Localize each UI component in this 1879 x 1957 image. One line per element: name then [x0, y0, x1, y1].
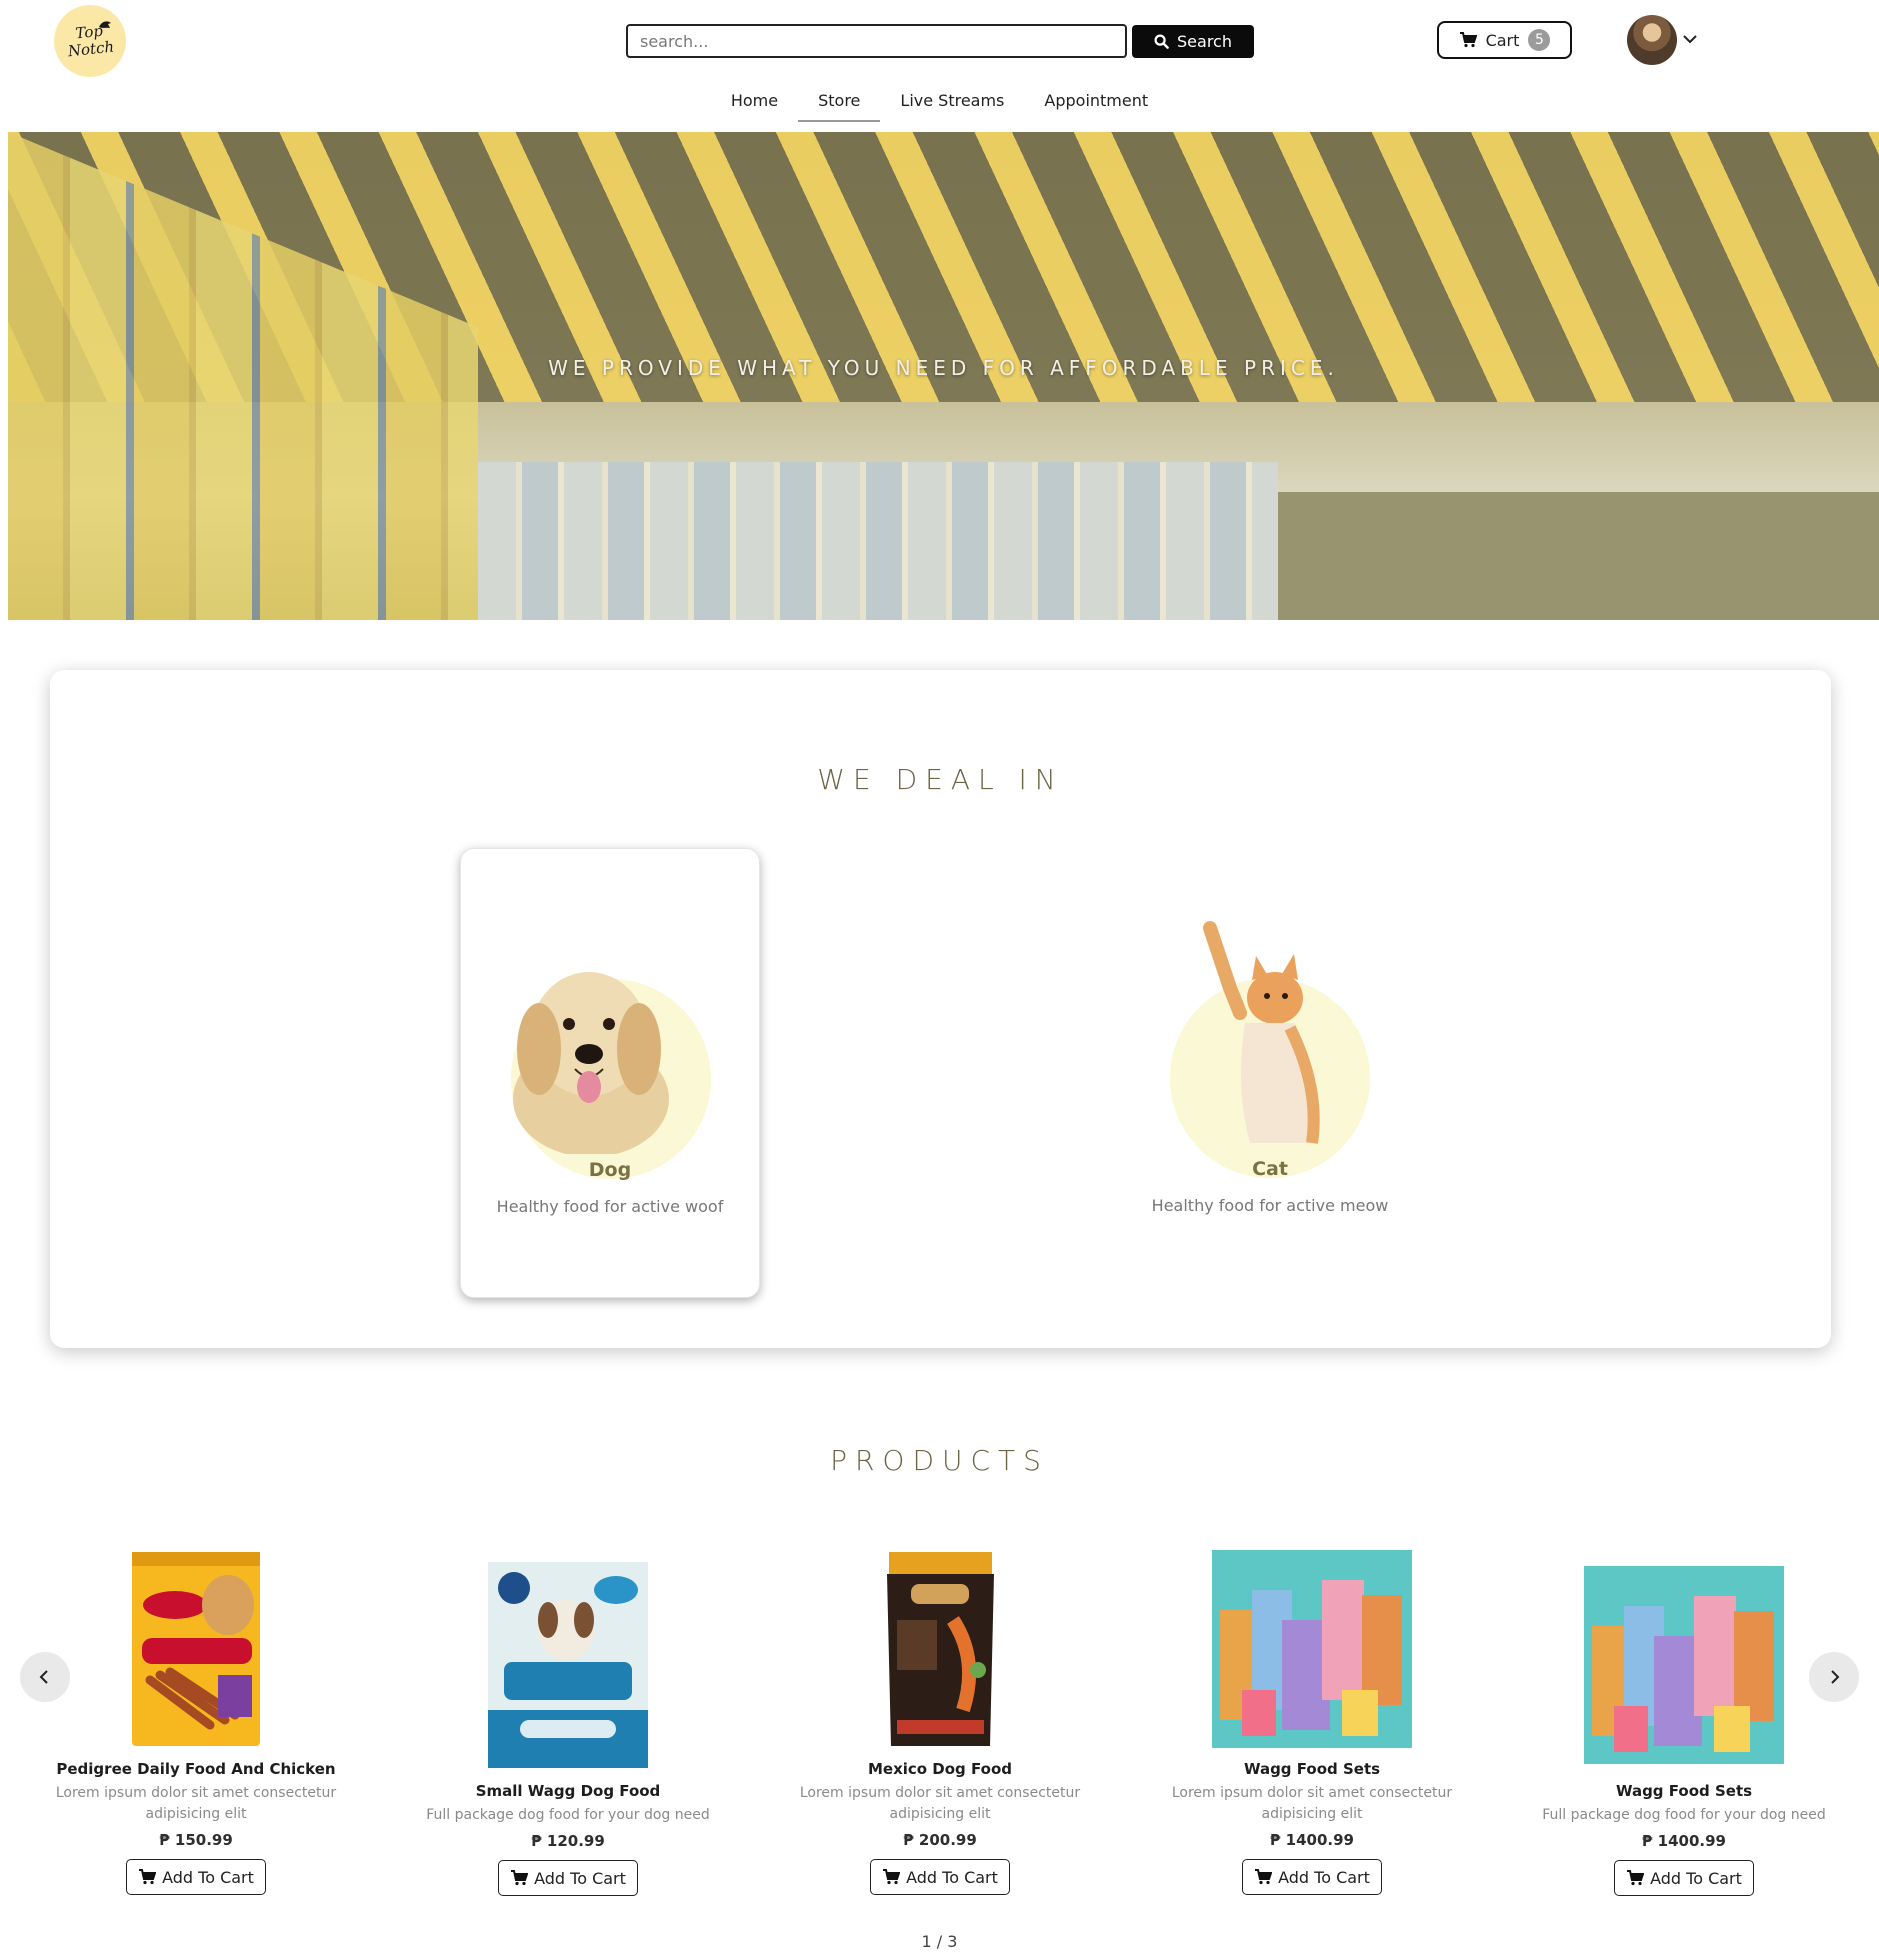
- add-to-cart-label: Add To Cart: [534, 1868, 626, 1888]
- product-image-small-wagg[interactable]: [486, 1560, 650, 1770]
- add-to-cart-label: Add To Cart: [1278, 1867, 1370, 1887]
- product-card: Wagg Food Sets Full package dog food for…: [1504, 1560, 1864, 1896]
- product-card: Small Wagg Dog Food Full package dog foo…: [388, 1560, 748, 1896]
- cart-label: Cart: [1485, 30, 1520, 50]
- cart-icon: [511, 1870, 529, 1886]
- product-name: Mexico Dog Food: [867, 1760, 1013, 1778]
- hero-banner: WE PROVIDE WHAT YOU NEED FOR AFFORDABLE …: [8, 132, 1879, 620]
- cart-icon: [883, 1869, 901, 1885]
- bird-icon: [99, 21, 111, 28]
- nav-home[interactable]: Home: [711, 85, 798, 122]
- product-price: ₱ 200.99: [903, 1831, 977, 1849]
- deal-name-dog: Dog: [588, 1159, 632, 1181]
- add-to-cart-button[interactable]: Add To Cart: [498, 1860, 638, 1896]
- add-to-cart-button[interactable]: Add To Cart: [870, 1859, 1010, 1895]
- cart-icon: [1627, 1870, 1645, 1886]
- product-price: ₱ 120.99: [531, 1832, 605, 1850]
- main-nav: Home Store Live Streams Appointment: [0, 85, 1879, 122]
- deal-desc-dog: Healthy food for active woof: [496, 1197, 724, 1216]
- cart-button[interactable]: Cart 5: [1437, 21, 1572, 59]
- product-name: Small Wagg Dog Food: [475, 1782, 661, 1800]
- product-name: Pedigree Daily Food And Chicken: [56, 1760, 336, 1778]
- wagg-sets-image: [1212, 1550, 1412, 1748]
- product-desc: Full package dog food for your dog need: [1542, 1807, 1826, 1823]
- product-desc: Full package dog food for your dog need: [426, 1807, 710, 1823]
- product-desc: Lorem ipsum dolor sit amet consectetur a…: [55, 1785, 337, 1822]
- cart-count-badge: 5: [1528, 29, 1551, 51]
- product-image-pedigree[interactable]: [130, 1550, 262, 1748]
- deal-name-cat: Cat: [1252, 1158, 1288, 1180]
- add-to-cart-label: Add To Cart: [906, 1867, 998, 1887]
- hero-tagline: WE PROVIDE WHAT YOU NEED FOR AFFORDABLE …: [548, 356, 1339, 380]
- add-to-cart-label: Add To Cart: [162, 1867, 254, 1887]
- product-name: Wagg Food Sets: [1243, 1760, 1381, 1778]
- mexico-bag-image: [886, 1552, 994, 1746]
- search-button-label: Search: [1177, 32, 1232, 51]
- wagg-box-image: [488, 1562, 648, 1768]
- product-card: Mexico Dog Food Lorem ipsum dolor sit am…: [760, 1550, 1120, 1895]
- product-price: ₱ 150.99: [159, 1831, 233, 1849]
- nav-store[interactable]: Store: [798, 85, 881, 122]
- product-price: ₱ 1400.99: [1270, 1831, 1354, 1849]
- add-to-cart-button[interactable]: Add To Cart: [1614, 1860, 1754, 1896]
- products-title: PRODUCTS: [830, 1444, 1049, 1477]
- deal-card-cat[interactable]: Cat Healthy food for active meow: [1120, 848, 1420, 1298]
- add-to-cart-label: Add To Cart: [1650, 1868, 1742, 1888]
- cart-icon: [139, 1869, 157, 1885]
- site-header: Top Notch Search Cart 5 Home Store Live …: [0, 0, 1879, 132]
- product-desc: Lorem ipsum dolor sit amet consectetur a…: [799, 1785, 1081, 1822]
- user-avatar[interactable]: [1627, 15, 1677, 65]
- chevron-down-icon[interactable]: [1681, 30, 1699, 48]
- pedigree-pack-image: [132, 1552, 260, 1746]
- deal-card-dog[interactable]: Dog Healthy food for active woof: [460, 848, 760, 1298]
- search-icon: [1154, 34, 1169, 49]
- search-button[interactable]: Search: [1132, 25, 1254, 58]
- product-image-wagg-sets[interactable]: [1212, 1550, 1412, 1748]
- nav-appointment[interactable]: Appointment: [1024, 85, 1168, 122]
- product-image-wagg-sets-2[interactable]: [1584, 1560, 1784, 1770]
- logo-line-2: Notch: [66, 37, 115, 61]
- product-card: Pedigree Daily Food And Chicken Lorem ip…: [16, 1550, 376, 1895]
- deal-section: WE DEAL IN Dog Healthy food for active w…: [50, 670, 1831, 1348]
- cat-image: [1203, 921, 1320, 1144]
- add-to-cart-button[interactable]: Add To Cart: [1242, 1859, 1382, 1895]
- deal-title: WE DEAL IN: [817, 763, 1064, 796]
- dog-image: [513, 972, 669, 1154]
- wagg-sets-image: [1584, 1566, 1784, 1764]
- carousel-pager: 1 / 3: [921, 1932, 958, 1951]
- deal-desc-cat: Healthy food for active meow: [1151, 1196, 1389, 1215]
- site-logo[interactable]: Top Notch: [54, 5, 126, 77]
- nav-live-streams[interactable]: Live Streams: [880, 85, 1024, 122]
- search-input[interactable]: [626, 24, 1127, 58]
- cart-icon: [1459, 32, 1477, 48]
- product-price: ₱ 1400.99: [1642, 1832, 1726, 1850]
- product-card: Wagg Food Sets Lorem ipsum dolor sit ame…: [1132, 1550, 1492, 1895]
- cart-icon: [1255, 1869, 1273, 1885]
- add-to-cart-button[interactable]: Add To Cart: [126, 1859, 266, 1895]
- product-image-mexico[interactable]: [883, 1550, 998, 1748]
- product-name: Wagg Food Sets: [1615, 1782, 1753, 1800]
- product-desc: Lorem ipsum dolor sit amet consectetur a…: [1171, 1785, 1453, 1822]
